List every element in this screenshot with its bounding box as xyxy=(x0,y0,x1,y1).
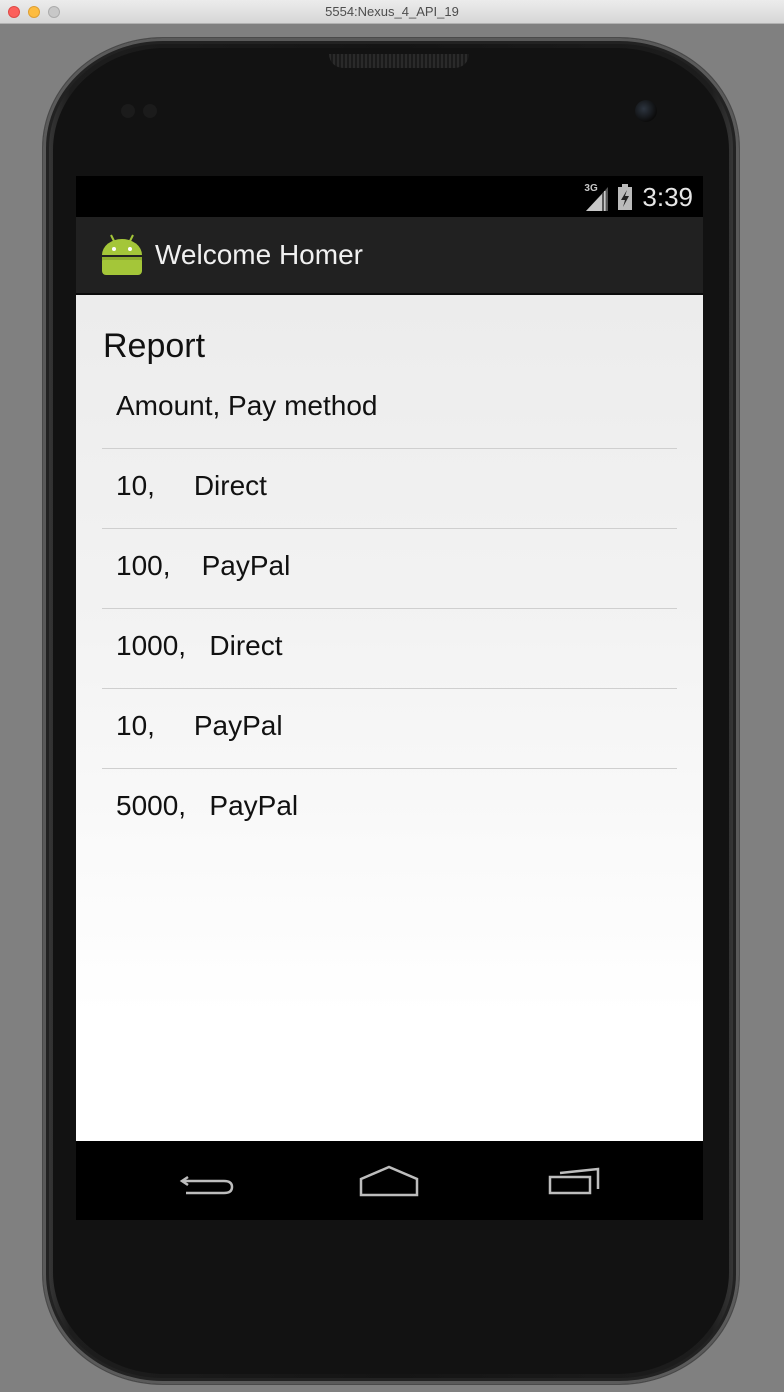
window-titlebar: 5554:Nexus_4_API_19 xyxy=(0,0,784,24)
report-heading: Report xyxy=(103,327,206,365)
list-item[interactable]: 10, PayPal xyxy=(102,689,677,769)
back-icon xyxy=(179,1175,234,1195)
signal-icon: 3G xyxy=(584,183,612,211)
recents-button[interactable] xyxy=(534,1159,614,1203)
earpiece-speaker xyxy=(329,54,469,68)
action-bar: Welcome Homer xyxy=(76,217,703,295)
list-item-text: 10, PayPal xyxy=(116,710,283,741)
list-item[interactable]: 5000, PayPal xyxy=(102,769,677,849)
list-item-text: 100, PayPal xyxy=(116,550,291,581)
list-item[interactable]: 1000, Direct xyxy=(102,609,677,689)
navigation-bar xyxy=(76,1141,703,1220)
status-bar: 3G 3:39 xyxy=(76,176,703,217)
report-content: Report Amount, Pay method 10, Direct 100… xyxy=(76,295,703,1141)
home-icon xyxy=(359,1165,419,1197)
home-button[interactable] xyxy=(349,1159,429,1203)
list-item-text: 1000, Direct xyxy=(116,630,283,661)
list-item-header[interactable]: Amount, Pay method xyxy=(102,369,677,449)
list-item-text: 5000, PayPal xyxy=(116,790,299,821)
battery-charging-icon xyxy=(618,184,633,210)
list-item[interactable]: 10, Direct xyxy=(102,449,677,529)
list-item-text: Amount, Pay method xyxy=(116,390,378,421)
front-camera xyxy=(635,100,657,122)
list-item-text: 10, Direct xyxy=(116,470,267,501)
proximity-sensor xyxy=(121,104,135,118)
status-icons: 3G 3:39 xyxy=(584,181,693,213)
list-item[interactable]: 100, PayPal xyxy=(102,529,677,609)
light-sensor xyxy=(143,104,157,118)
report-list: Amount, Pay method 10, Direct 100, PayPa… xyxy=(102,369,677,849)
android-robot-icon[interactable] xyxy=(100,233,144,277)
recents-icon xyxy=(548,1167,600,1195)
device-screen: 3G 3:39 Welcome Homer Report Amount, Pay… xyxy=(76,176,703,1220)
status-clock: 3:39 xyxy=(642,181,693,212)
action-bar-title: Welcome Homer xyxy=(155,239,363,270)
window-title: 5554:Nexus_4_API_19 xyxy=(325,4,459,19)
back-button[interactable] xyxy=(166,1159,246,1203)
